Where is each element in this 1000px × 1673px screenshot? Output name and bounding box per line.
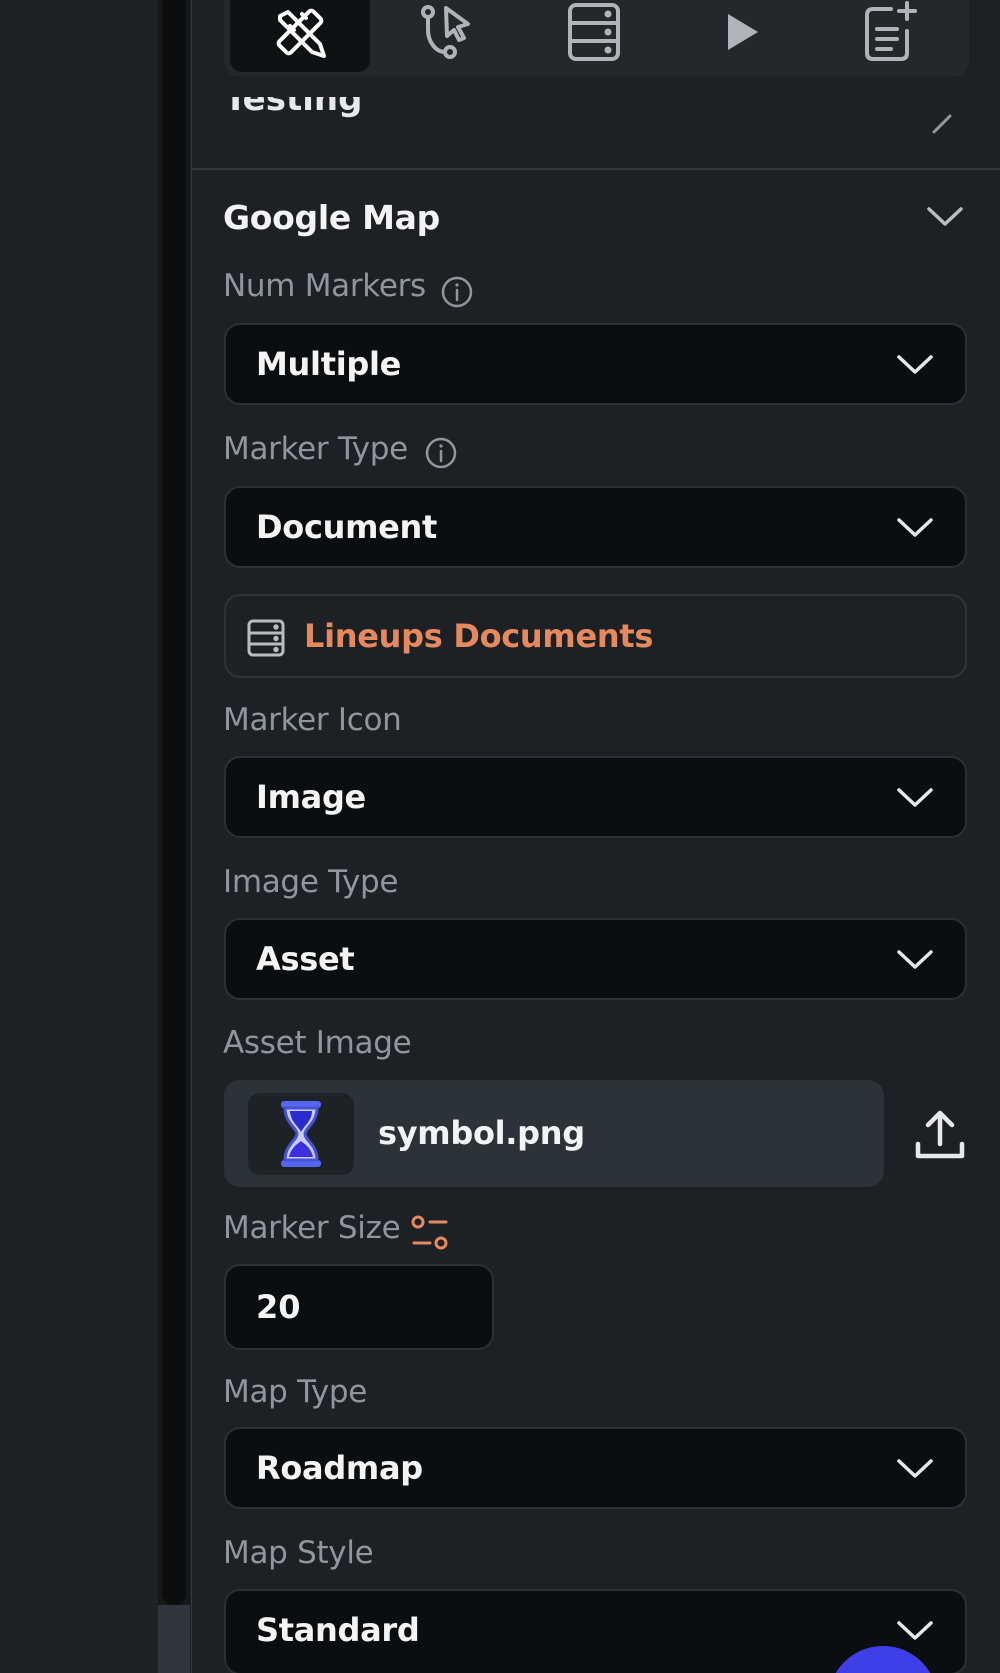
section-title: Google Map: [223, 198, 440, 237]
marker-size-label: Marker Size: [223, 1210, 401, 1246]
database-icon: [247, 619, 285, 657]
map-type-dropdown[interactable]: Roadmap: [224, 1427, 967, 1509]
map-type-value: Roadmap: [256, 1449, 423, 1487]
asset-image-label: Asset Image: [223, 1025, 412, 1061]
chevron-down-icon: [897, 1621, 933, 1640]
panel-toolbar: [224, 0, 969, 76]
scrollbar-lower-track: [158, 1605, 190, 1673]
chevron-down-icon: [897, 1459, 933, 1478]
tool-design[interactable]: [230, 0, 370, 72]
marker-type-value: Document: [256, 508, 438, 546]
section-divider: [192, 168, 1000, 170]
info-icon[interactable]: [424, 436, 458, 470]
map-style-label: Map Style: [223, 1535, 374, 1571]
asset-image-picker[interactable]: symbol.png: [224, 1080, 884, 1187]
image-type-dropdown[interactable]: Asset: [224, 918, 967, 1000]
value-source-icon[interactable]: [410, 1214, 450, 1252]
scrollbar-thumb[interactable]: [162, 0, 186, 1605]
marker-size-input[interactable]: 20: [224, 1264, 494, 1350]
upload-icon[interactable]: [913, 1108, 967, 1164]
marker-type-dropdown[interactable]: Document: [224, 486, 967, 568]
asset-thumbnail: [248, 1093, 354, 1175]
chevron-down-icon: [897, 355, 933, 374]
map-type-label: Map Type: [223, 1374, 368, 1410]
chevron-down-icon: [897, 518, 933, 537]
num-markers-value: Multiple: [256, 345, 402, 383]
tool-database[interactable]: [524, 0, 664, 72]
design-tools-icon: [276, 8, 326, 58]
hourglass-icon: [281, 1101, 321, 1167]
num-markers-label: Num Markers: [223, 268, 426, 304]
marker-icon-dropdown[interactable]: Image: [224, 756, 967, 838]
info-icon[interactable]: [440, 275, 474, 309]
map-style-value: Standard: [256, 1611, 420, 1649]
marker-icon-value: Image: [256, 778, 366, 816]
image-type-label: Image Type: [223, 864, 399, 900]
tool-add-page[interactable]: [820, 0, 960, 72]
marker-type-label: Marker Type: [223, 431, 408, 467]
left-gutter: [0, 0, 158, 1673]
chevron-down-icon: [897, 950, 933, 969]
play-icon: [728, 14, 758, 50]
num-markers-dropdown[interactable]: Multiple: [224, 323, 967, 405]
collapse-chevron-icon[interactable]: [926, 205, 964, 229]
previous-section-title[interactable]: Testing: [224, 97, 362, 129]
asset-file-name: symbol.png: [378, 1114, 585, 1152]
collection-selector[interactable]: Lineups Documents: [224, 594, 967, 678]
tool-run[interactable]: [672, 0, 812, 72]
image-type-value: Asset: [256, 940, 355, 978]
app-root: Testing Google Map Num Markers Multiple …: [0, 0, 1000, 1673]
collection-name: Lineups Documents: [304, 617, 654, 655]
actions-flow-icon: [421, 5, 470, 59]
database-icon: [568, 3, 620, 61]
section-toggle-icon[interactable]: [930, 110, 954, 136]
chevron-down-icon: [897, 788, 933, 807]
add-document-icon: [865, 1, 917, 61]
tool-actions[interactable]: [376, 0, 516, 72]
marker-icon-label: Marker Icon: [223, 702, 402, 738]
